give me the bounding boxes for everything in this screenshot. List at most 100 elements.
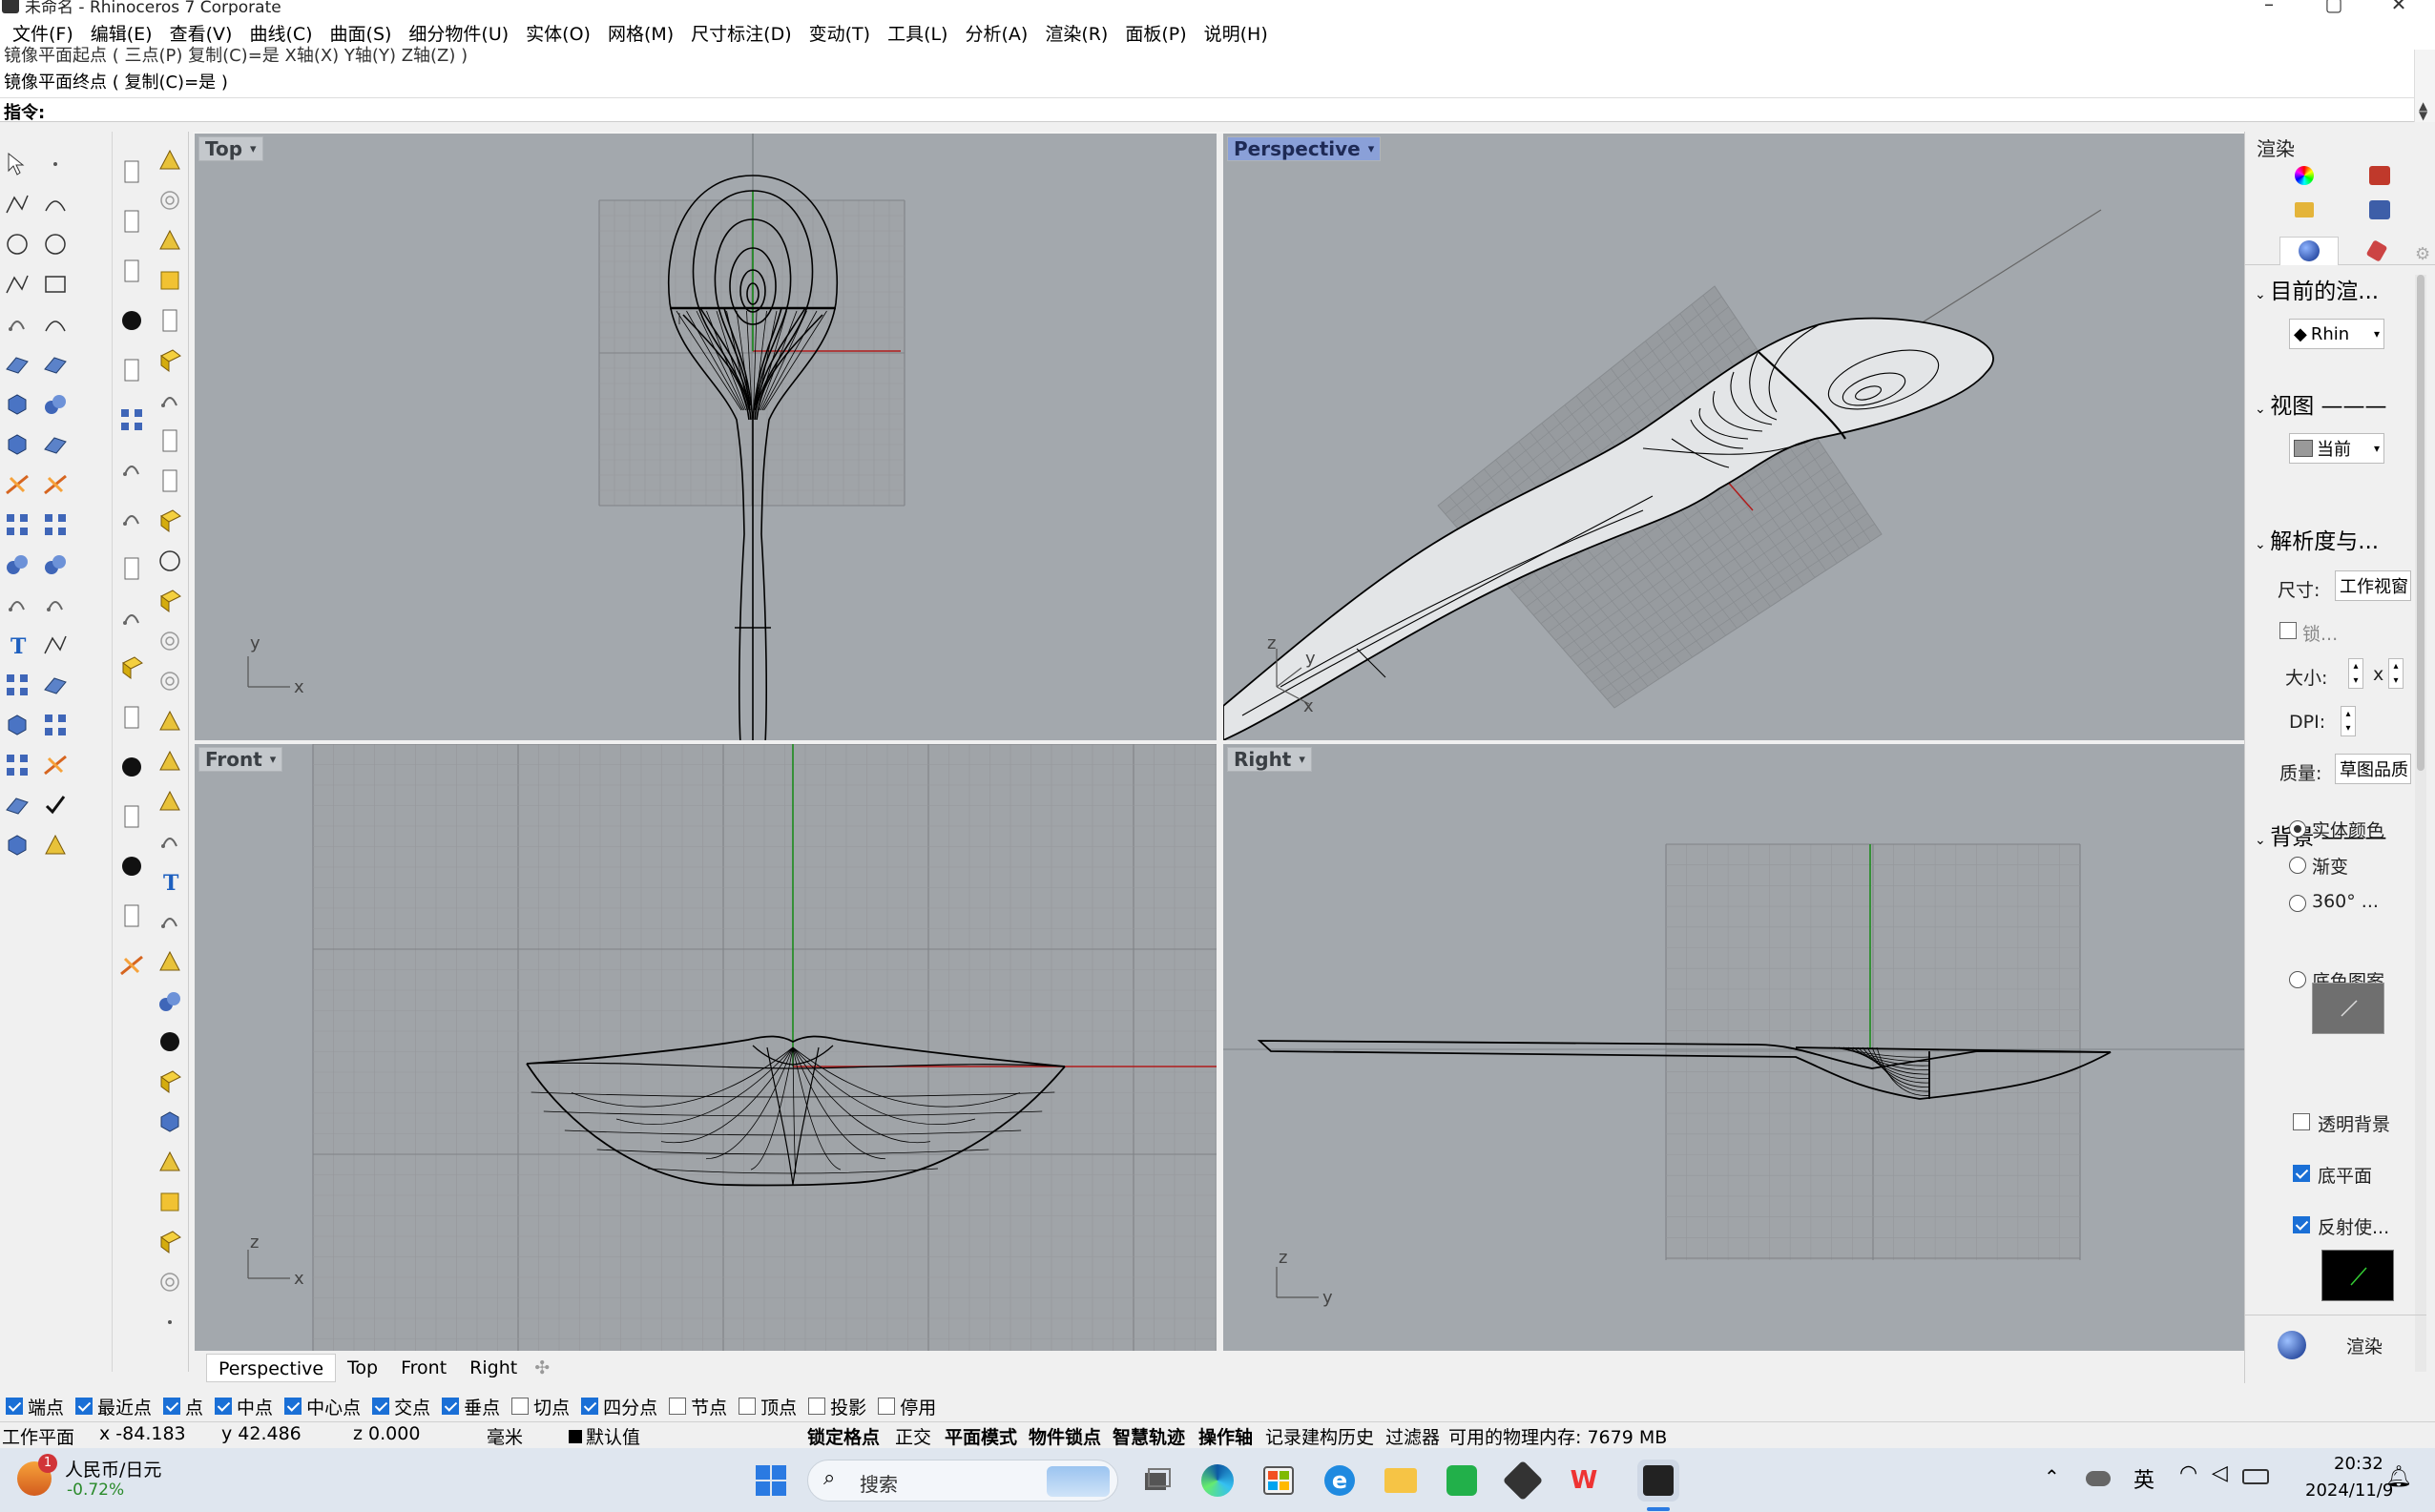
- transform-icon[interactable]: [2, 469, 32, 500]
- osnap-checkbox[interactable]: [372, 1398, 390, 1415]
- gumball-icon[interactable]: [40, 750, 71, 780]
- render-icon[interactable]: [116, 851, 147, 881]
- background-color-swatch[interactable]: [2312, 983, 2384, 1034]
- width-spinner[interactable]: ▴ ▾: [2348, 658, 2363, 689]
- more-icon[interactable]: [155, 1307, 185, 1337]
- background-option-radio[interactable]: [2289, 895, 2306, 912]
- onedrive-icon[interactable]: [2086, 1471, 2111, 1486]
- osnap-checkbox[interactable]: [511, 1398, 530, 1415]
- status-grid-snap[interactable]: 锁定格点: [807, 1423, 880, 1449]
- trim-icon[interactable]: [2, 509, 32, 540]
- viewport-tab-top[interactable]: Top: [336, 1354, 389, 1382]
- quality-select[interactable]: 草图品质: [2335, 754, 2411, 784]
- osnap-toggle[interactable]: 节点: [669, 1394, 727, 1419]
- viewport-tab-right[interactable]: Right: [458, 1354, 529, 1382]
- plane-icon[interactable]: [155, 1147, 185, 1177]
- osnap-checkbox[interactable]: [215, 1398, 233, 1415]
- point-icon[interactable]: [40, 149, 71, 179]
- clipboard-icon[interactable]: [155, 425, 185, 456]
- viewport-dropdown-icon[interactable]: ▾: [1368, 142, 1375, 156]
- osnap-checkbox[interactable]: [669, 1398, 687, 1415]
- solid-tools-icon[interactable]: [2, 710, 32, 740]
- transparent-bg-checkbox[interactable]: [2293, 1112, 2315, 1135]
- viewport-tab-right[interactable]: Right ▾: [1227, 747, 1312, 772]
- status-osnap[interactable]: 物件锁点: [1029, 1423, 1101, 1449]
- page-icon[interactable]: [116, 901, 147, 931]
- viewport-layout-icon[interactable]: [116, 404, 147, 435]
- pattern-icon[interactable]: [155, 786, 185, 817]
- viewport-tab-perspective[interactable]: Perspective ▾: [1227, 136, 1382, 161]
- scrollbar-thumb[interactable]: [2417, 275, 2425, 771]
- polygon-icon[interactable]: [2, 269, 32, 300]
- menu-item[interactable]: 网格(M): [599, 20, 682, 46]
- menu-item[interactable]: 实体(O): [517, 20, 599, 46]
- orient-icon[interactable]: [40, 670, 71, 700]
- menu-item[interactable]: 说明(H): [1196, 20, 1277, 46]
- osnap-checkbox[interactable]: [581, 1398, 599, 1415]
- wechat-icon[interactable]: [1441, 1460, 1483, 1502]
- text-icon[interactable]: T: [2, 630, 32, 660]
- status-smarttrack[interactable]: 智慧轨迹: [1113, 1423, 1185, 1449]
- background-option-radio[interactable]: [2289, 820, 2306, 838]
- osnap-toggle[interactable]: 最近点: [75, 1394, 152, 1419]
- wps-icon[interactable]: W: [1563, 1460, 1605, 1502]
- section-resolution[interactable]: ⌄ 解析度与...: [2255, 523, 2379, 555]
- panel-scrollbar[interactable]: [2415, 275, 2426, 1372]
- properties-icon[interactable]: [116, 553, 147, 584]
- list-icon[interactable]: [155, 305, 185, 336]
- menu-item[interactable]: 尺寸标注(D): [682, 20, 800, 46]
- ie-browser-icon[interactable]: e: [1319, 1460, 1361, 1502]
- viewport-top[interactable]: y x Top ▾: [195, 134, 1217, 740]
- rhino-taskbar-icon[interactable]: [1637, 1460, 1679, 1502]
- rectangle-icon[interactable]: [40, 269, 71, 300]
- taskbar-search-box[interactable]: ⌕ 搜索: [807, 1460, 1118, 1502]
- split-icon[interactable]: [40, 509, 71, 540]
- task-view-icon[interactable]: [1135, 1460, 1177, 1502]
- snap-icon[interactable]: [155, 145, 185, 176]
- scroll-down-icon[interactable]: ▼: [2419, 109, 2427, 122]
- menu-item[interactable]: 渲染(R): [1036, 20, 1116, 46]
- array-icon[interactable]: [2, 670, 32, 700]
- background-option-radio[interactable]: [2289, 971, 2306, 988]
- arc-icon[interactable]: [2, 309, 32, 340]
- menu-item[interactable]: 面板(P): [1116, 20, 1195, 46]
- cube-icon[interactable]: [2, 830, 32, 860]
- edge-browser-icon[interactable]: [1197, 1460, 1238, 1502]
- grid-array-icon[interactable]: [2, 750, 32, 780]
- boolean-diff-icon[interactable]: [40, 549, 71, 580]
- box-edit-icon[interactable]: [155, 586, 185, 616]
- file-explorer-icon[interactable]: [1380, 1460, 1422, 1502]
- material-icon[interactable]: [116, 652, 147, 683]
- select-pointer-icon[interactable]: [2, 149, 32, 179]
- menu-item[interactable]: 变动(T): [801, 20, 879, 46]
- osnap-toggle[interactable]: 切点: [511, 1394, 570, 1419]
- store-icon[interactable]: [1258, 1460, 1300, 1502]
- status-record-history[interactable]: 记录建构历史: [1265, 1423, 1374, 1449]
- osnap-toggle[interactable]: 中点: [215, 1394, 273, 1419]
- layer-toggle-icon[interactable]: [155, 265, 185, 296]
- unity-icon[interactable]: [1502, 1460, 1544, 1502]
- clock-date[interactable]: 2024/11/9: [2305, 1481, 2393, 1501]
- display-icon[interactable]: [116, 801, 147, 832]
- osnap-toggle[interactable]: 顶点: [739, 1394, 797, 1419]
- brush-icon[interactable]: [2365, 239, 2388, 262]
- lasso-icon[interactable]: [155, 706, 185, 736]
- renderer-select[interactable]: ◆ Rhin ▾: [2289, 319, 2384, 349]
- block-icon[interactable]: [155, 345, 185, 376]
- viewport-perspective[interactable]: z y x Perspective ▾: [1223, 134, 2244, 740]
- render-window-icon[interactable]: [2369, 200, 2390, 219]
- menu-item[interactable]: 分析(A): [956, 20, 1036, 46]
- dimension-icon[interactable]: [40, 630, 71, 660]
- osnap-checkbox[interactable]: [442, 1398, 460, 1415]
- cage-icon[interactable]: [155, 1187, 185, 1217]
- maximize-button[interactable]: ▢: [2305, 0, 2362, 15]
- viewport-right[interactable]: z y Right ▾: [1223, 744, 2244, 1351]
- fillet-icon[interactable]: [40, 309, 71, 340]
- ime-indicator[interactable]: 英: [2133, 1463, 2154, 1494]
- status-layer[interactable]: 默认值: [569, 1423, 640, 1449]
- command-input[interactable]: [48, 100, 2395, 121]
- color-picker-icon[interactable]: [155, 546, 185, 576]
- clock-time[interactable]: 20:32: [2334, 1454, 2383, 1474]
- box-solid-icon[interactable]: [2, 389, 32, 420]
- ground-plane-checkbox[interactable]: [2293, 1164, 2315, 1187]
